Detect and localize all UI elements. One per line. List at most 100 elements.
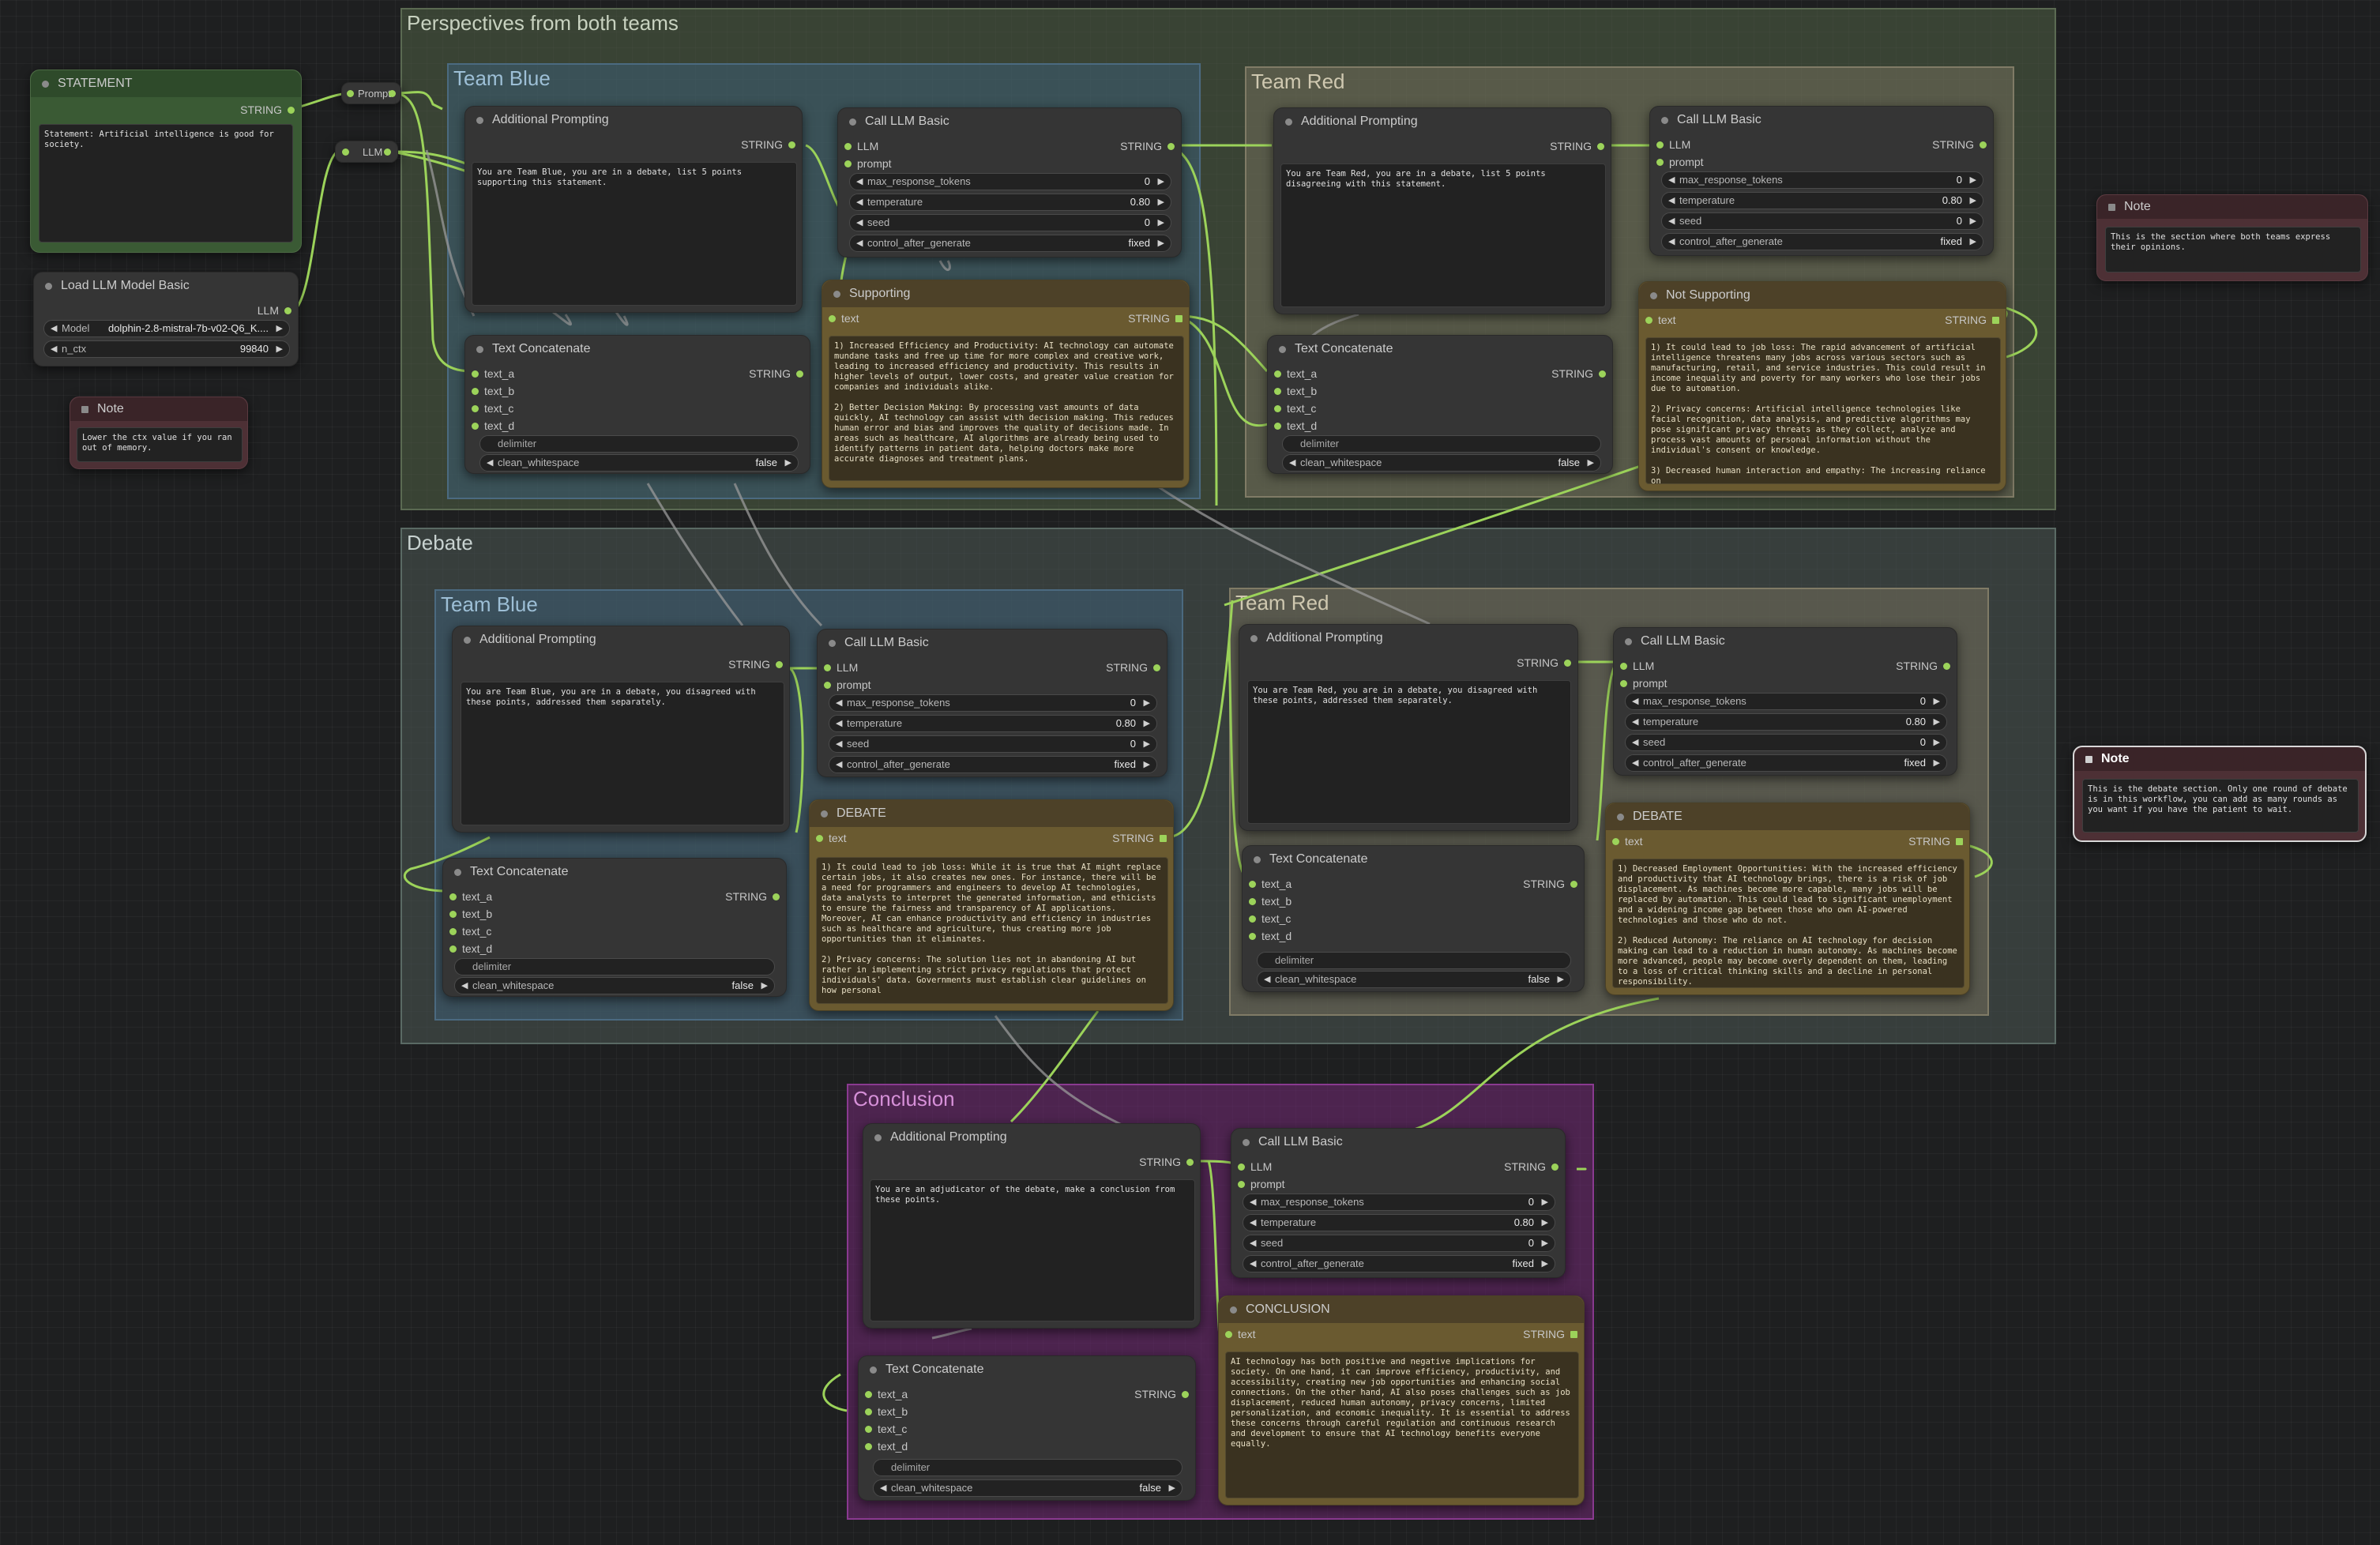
arrow-left-icon[interactable]: ◀ [1264,972,1270,987]
output-string-slot[interactable] [1153,664,1160,671]
arrow-right-icon[interactable]: ▶ [1970,172,1976,188]
call-llm-basic-red-1[interactable]: Call LLM Basic LLM STRING prompt ◀ max_r… [1649,106,1994,256]
input-prompt-slot[interactable] [1238,1181,1245,1188]
output-string-slot[interactable] [1599,370,1606,378]
collapse-dot-icon[interactable] [1279,346,1286,353]
collapse-dot-icon[interactable] [1661,117,1668,124]
temperature-widget[interactable]: ◀ temperature 0.80 ▶ [829,715,1157,732]
model-combo[interactable]: ◀ Model dolphin-2.8-mistral-7b-v02-Q6_K.… [43,320,290,337]
arrow-right-icon[interactable]: ▶ [1144,716,1150,731]
output-string-slot[interactable] [1186,1159,1194,1166]
output-string-slot[interactable] [1564,660,1571,667]
reroute-output-slot[interactable] [389,90,396,97]
input-llm-slot[interactable] [1238,1163,1245,1171]
input-text-d-slot[interactable] [472,423,479,430]
reroute-output-slot[interactable] [384,148,391,156]
delimiter-field[interactable]: delimiter [454,958,775,975]
arrow-right-icon[interactable]: ▶ [276,321,283,336]
delimiter-field[interactable]: delimiter [873,1459,1182,1476]
clean-whitespace-widget[interactable]: ◀ clean_whitespace false ▶ [479,454,799,472]
output-textarea[interactable]: 1) Decreased Employment Opportunities: W… [1612,859,1965,988]
prompt-textarea[interactable]: You are Team Red, you are in a debate, y… [1247,680,1571,824]
arrow-left-icon[interactable]: ◀ [1632,694,1638,709]
input-text-b-slot[interactable] [865,1408,872,1415]
arrow-left-icon[interactable]: ◀ [856,235,863,251]
collapse-dot-icon[interactable] [833,291,840,298]
arrow-right-icon[interactable]: ▶ [1970,234,1976,250]
input-text-b-slot[interactable] [1249,898,1256,905]
delimiter-field[interactable]: delimiter [479,435,799,453]
input-text-b-slot[interactable] [1274,388,1281,395]
collapse-dot-icon[interactable] [476,346,483,353]
load-llm-node[interactable]: Load LLM Model Basic LLM ◀ Model dolphin… [33,272,299,367]
arrow-left-icon[interactable]: ◀ [487,455,493,471]
input-text-slot[interactable] [816,835,823,842]
debate-blue-output-node[interactable]: DEBATE text STRING 1) It could lead to j… [809,799,1174,1011]
arrow-left-icon[interactable]: ◀ [856,215,863,231]
max-response-tokens-widget[interactable]: ◀ max_response_tokens 0 ▶ [1243,1194,1555,1211]
temperature-widget[interactable]: ◀ temperature 0.80 ▶ [1661,192,1983,209]
arrow-right-icon[interactable]: ▶ [1144,757,1150,772]
output-string-slot[interactable] [1570,1331,1577,1338]
arrow-left-icon[interactable]: ◀ [1250,1194,1256,1210]
arrow-right-icon[interactable]: ▶ [1970,193,1976,209]
arrow-left-icon[interactable]: ◀ [1632,755,1638,771]
call-llm-basic-conclusion[interactable]: Call LLM Basic LLM STRING prompt ◀ max_r… [1231,1128,1566,1278]
note-textarea[interactable]: This is the section where both teams exp… [2105,227,2361,273]
control-after-generate-widget[interactable]: ◀ control_after_generate fixed ▶ [849,235,1171,252]
collapse-square-icon[interactable] [81,406,88,413]
input-llm-slot[interactable] [824,664,831,671]
arrow-right-icon[interactable]: ▶ [1542,1215,1548,1231]
arrow-right-icon[interactable]: ▶ [1158,174,1164,190]
input-text-c-slot[interactable] [449,928,457,935]
additional-prompting-conclusion[interactable]: Additional Prompting STRING You are an a… [863,1123,1201,1329]
arrow-left-icon[interactable]: ◀ [1289,455,1295,471]
collapse-dot-icon[interactable] [454,869,461,876]
collapse-dot-icon[interactable] [1243,1139,1250,1146]
llm-reroute[interactable]: LLM [335,141,398,163]
note-textarea[interactable]: Lower the ctx value if you ran out of me… [77,427,243,462]
collapse-dot-icon[interactable] [45,283,52,290]
arrow-left-icon[interactable]: ◀ [836,757,842,772]
output-string-slot[interactable] [796,370,803,378]
input-text-slot[interactable] [829,315,836,322]
arrow-left-icon[interactable]: ◀ [1668,213,1675,229]
additional-prompting-red-2[interactable]: Additional Prompting STRING You are Team… [1239,624,1578,831]
collapse-dot-icon[interactable] [1230,1306,1237,1314]
prompt-reroute[interactable]: Prompt [341,82,401,104]
output-string-slot[interactable] [776,661,783,668]
note-debate-node[interactable]: Note This is the debate section. Only on… [2073,746,2367,842]
statement-textarea[interactable]: Statement: Artificial intelligence is go… [39,124,293,242]
arrow-right-icon[interactable]: ▶ [1542,1194,1548,1210]
collapse-dot-icon[interactable] [1285,118,1292,126]
clean-whitespace-widget[interactable]: ◀ clean_whitespace false ▶ [1282,454,1601,472]
arrow-left-icon[interactable]: ◀ [836,716,842,731]
arrow-right-icon[interactable]: ▶ [1934,755,1940,771]
arrow-right-icon[interactable]: ▶ [1934,694,1940,709]
output-string-slot[interactable] [773,893,780,900]
prompt-textarea[interactable]: You are an adjudicator of the debate, ma… [870,1179,1195,1321]
output-string-slot[interactable] [1943,663,1950,670]
input-text-slot[interactable] [1645,317,1652,324]
text-concatenate-blue-2[interactable]: Text Concatenate text_a STRING text_b te… [442,858,787,997]
supporting-output-node[interactable]: Supporting text STRING 1) Increased Effi… [822,280,1190,488]
input-text-c-slot[interactable] [1249,915,1256,923]
arrow-left-icon[interactable]: ◀ [1250,1235,1256,1251]
input-text-d-slot[interactable] [449,945,457,953]
note-perspectives-node[interactable]: Note This is the section where both team… [2096,194,2368,281]
arrow-right-icon[interactable]: ▶ [1542,1256,1548,1272]
additional-prompting-red-1[interactable]: Additional Prompting STRING You are Team… [1273,107,1611,314]
arrow-left-icon[interactable]: ◀ [1250,1256,1256,1272]
input-text-d-slot[interactable] [1249,933,1256,940]
arrow-right-icon[interactable]: ▶ [1169,1480,1175,1496]
collapse-dot-icon[interactable] [42,81,49,88]
max-response-tokens-widget[interactable]: ◀ max_response_tokens 0 ▶ [829,694,1157,712]
n-ctx-widget[interactable]: ◀ n_ctx 99840 ▶ [43,340,290,358]
seed-widget[interactable]: ◀ seed 0 ▶ [1625,734,1947,751]
delimiter-field[interactable]: delimiter [1257,952,1571,969]
note-textarea[interactable]: This is the debate section. Only one rou… [2082,779,2359,833]
output-textarea[interactable]: 1) Increased Efficiency and Productivity… [829,336,1184,481]
max-response-tokens-widget[interactable]: ◀ max_response_tokens 0 ▶ [849,173,1171,190]
output-llm-slot[interactable] [284,307,291,314]
arrow-right-icon[interactable]: ▶ [276,341,283,357]
